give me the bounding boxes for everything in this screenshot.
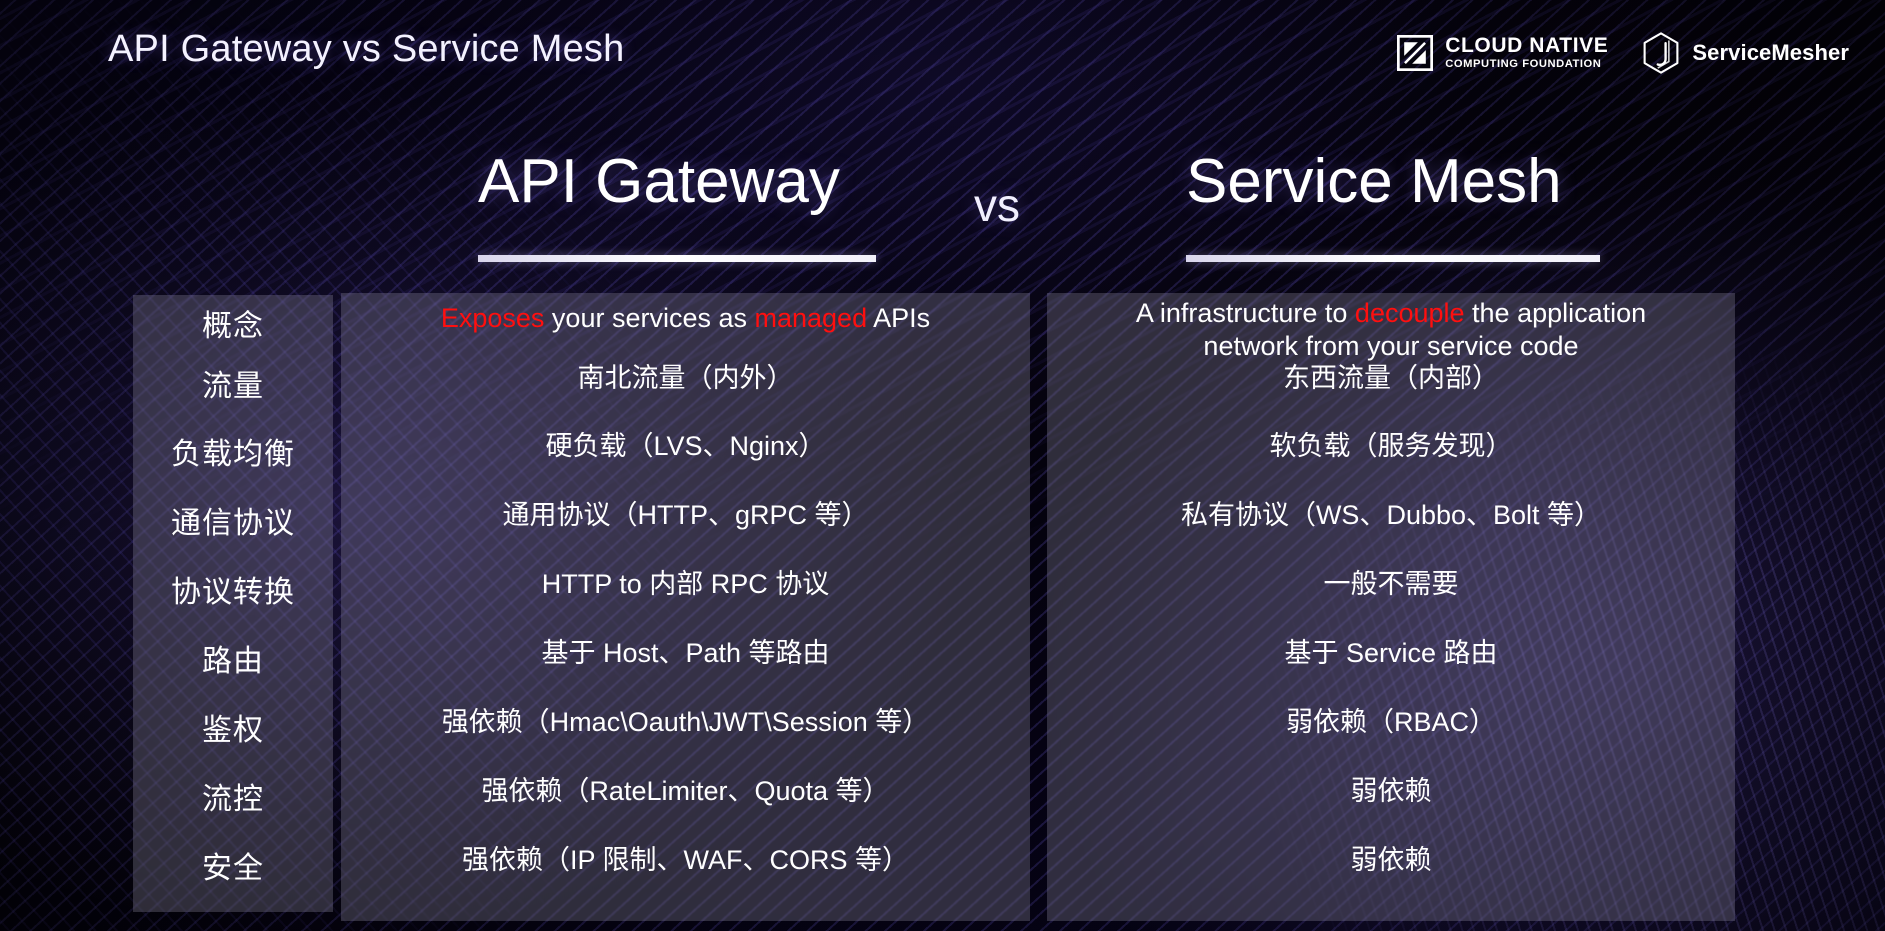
- concept-post-text: APIs: [867, 303, 931, 333]
- concept-post-text: the application: [1464, 298, 1647, 328]
- underline-rule-api-gateway: [478, 255, 876, 262]
- cell-service-mesh-concept: A infrastructure to decouple the applica…: [1047, 293, 1735, 361]
- concept-highlight-managed: managed: [754, 303, 868, 333]
- cell-service-mesh-value: 弱依赖（RBAC）: [1285, 706, 1496, 737]
- cell-service-mesh-value: 一般不需要: [1323, 568, 1459, 599]
- cell-api-gateway-value: 南北流量（内外）: [577, 363, 794, 394]
- concept-mid-text: your services as: [544, 303, 755, 333]
- servicemesher-hexagon-logo-icon: [1643, 32, 1679, 74]
- cell-api-gateway-value: 强依赖（RateLimiter、Quota 等）: [481, 775, 890, 806]
- heading-api-gateway: API Gateway: [478, 147, 840, 216]
- column-api-gateway-values: Exposes your services as managed APIs 南北…: [341, 293, 1030, 895]
- concept-text-run: Exposes your services as managed APIs: [441, 301, 930, 336]
- row-label: 流控: [202, 782, 264, 816]
- cell-service-mesh-value: 弱依赖: [1350, 775, 1432, 806]
- cell-service-mesh-value: 私有协议（WS、Dubbo、Bolt 等）: [1180, 499, 1602, 530]
- cncf-line2: COMPUTING FOUNDATION: [1445, 58, 1602, 71]
- row-label: 协议转换: [171, 575, 295, 609]
- row-label: 流量: [202, 370, 264, 403]
- cell-service-mesh-value: 弱依赖: [1350, 844, 1432, 875]
- cell-api-gateway-value: 硬负载（LVS、Nginx）: [545, 430, 826, 461]
- cell-api-gateway-value: 通用协议（HTTP、gRPC 等）: [502, 499, 869, 530]
- cell-api-gateway-value: 强依赖（IP 限制、WAF、CORS 等）: [461, 844, 910, 875]
- concept-highlight-exposes: Exposes: [440, 303, 545, 333]
- logo-group: CLOUD NATIVE COMPUTING FOUNDATION Servic…: [1397, 32, 1849, 74]
- underline-rule-service-mesh: [1186, 255, 1600, 262]
- cell-service-mesh-value: 东西流量（内部）: [1283, 363, 1499, 394]
- cncf-square-logo-icon: [1397, 35, 1434, 71]
- servicemesher-logo: ServiceMesher: [1642, 32, 1849, 74]
- row-label: 安全: [202, 851, 264, 885]
- concept-pre-text: A infrastructure to: [1135, 298, 1355, 328]
- cncf-line1: CLOUD NATIVE: [1445, 34, 1609, 58]
- servicemesher-wordmark: ServiceMesher: [1692, 40, 1849, 65]
- cncf-wordmark: CLOUD NATIVE COMPUTING FOUNDATION: [1445, 35, 1608, 70]
- row-label: 鉴权: [202, 713, 264, 747]
- page-title: API Gateway vs Service Mesh: [108, 28, 625, 70]
- heading-vs-separator: vs: [974, 179, 1020, 231]
- cell-api-gateway-value: 基于 Host、Path 等路由: [541, 637, 830, 668]
- column-service-mesh-values: A infrastructure to decouple the applica…: [1047, 293, 1735, 895]
- cell-service-mesh-value: 基于 Service 路由: [1284, 637, 1498, 668]
- concept-line-1: A infrastructure to decouple the applica…: [1057, 297, 1725, 330]
- cncf-logo: CLOUD NATIVE COMPUTING FOUNDATION: [1397, 35, 1608, 71]
- row-label: 路由: [202, 644, 264, 678]
- cell-api-gateway-concept: Exposes your services as managed APIs: [341, 293, 1030, 346]
- row-label: 概念: [202, 309, 264, 343]
- cell-api-gateway-value: 强依赖（Hmac\Oauth\JWT\Session 等）: [441, 706, 930, 737]
- column-row-labels: 概念 流量 负载均衡 通信协议 协议转换 路由 鉴权 流控 安全: [133, 295, 333, 899]
- row-label: 通信协议: [171, 506, 295, 540]
- cell-api-gateway-value: HTTP to 内部 RPC 协议: [541, 568, 830, 599]
- slide-canvas: API Gateway vs Service Mesh CLOUD NATIVE…: [0, 0, 1885, 931]
- heading-service-mesh: Service Mesh: [1186, 147, 1562, 216]
- concept-highlight-decouple: decouple: [1354, 298, 1465, 328]
- row-label: 负载均衡: [171, 437, 295, 471]
- cell-service-mesh-value: 软负载（服务发现）: [1269, 430, 1513, 461]
